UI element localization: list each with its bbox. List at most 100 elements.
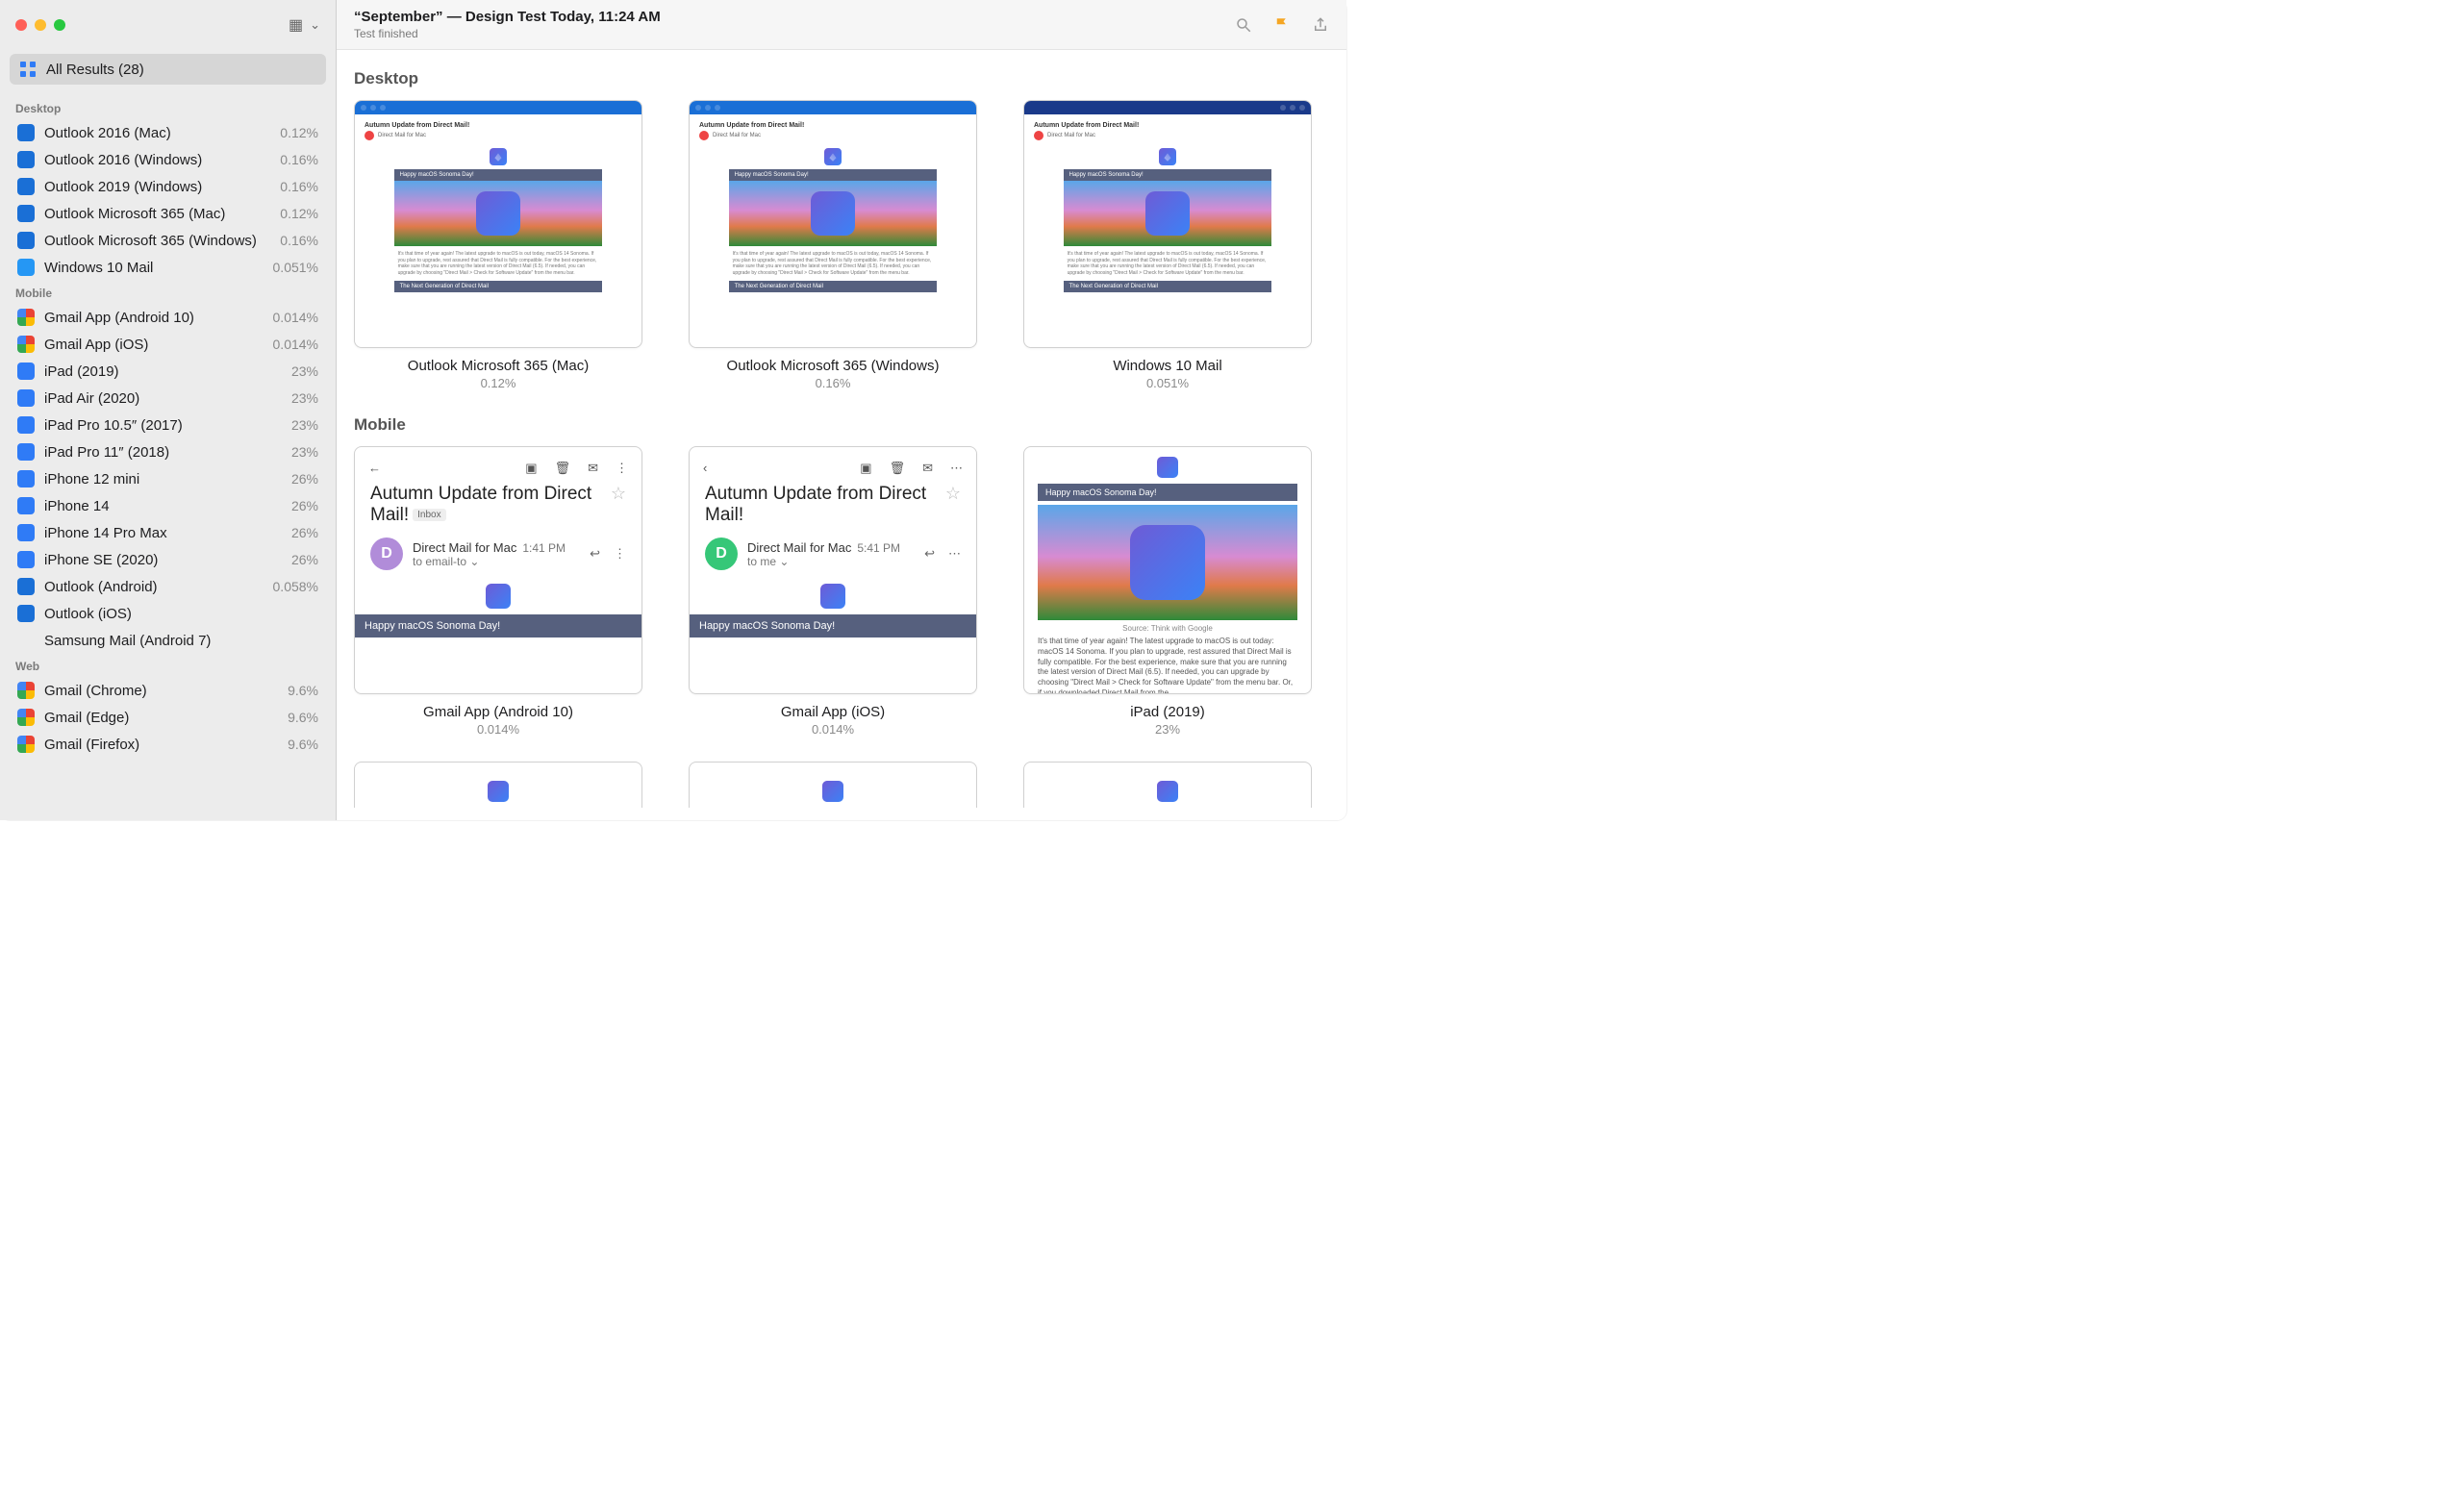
sidebar-item-pct: 9.6% xyxy=(288,737,318,752)
sidebar-item[interactable]: iPad Pro 10.5″ (2017)23% xyxy=(8,412,328,438)
result-thumbnail[interactable]: ← ▣ 🗑 ✉ ⋮ Autumn Update from Direct Mail… xyxy=(354,446,642,694)
sidebar-item-pct: 26% xyxy=(291,498,318,513)
result-thumbnail[interactable]: Autumn Update from Direct Mail! Direct M… xyxy=(689,100,977,348)
result-card[interactable] xyxy=(354,762,642,808)
sidebar-item[interactable]: Gmail App (Android 10)0.014% xyxy=(8,304,328,331)
sidebar-item-pct: 23% xyxy=(291,444,318,460)
sidebar-item[interactable]: Windows 10 Mail 0.051% xyxy=(8,254,328,281)
result-card[interactable]: Autumn Update from Direct Mail! Direct M… xyxy=(1023,100,1312,390)
sidebar-item[interactable]: Outlook Microsoft 365 (Mac)0.12% xyxy=(8,200,328,227)
sidebar-item[interactable]: iPhone 12 mini26% xyxy=(8,465,328,492)
result-card[interactable]: ‹ ▣ 🗑 ✉ ⋯ Autumn Update from Direct Mail… xyxy=(689,446,977,737)
result-card[interactable]: Autumn Update from Direct Mail! Direct M… xyxy=(689,100,977,390)
sidebar-item-label: Outlook 2016 (Windows) xyxy=(44,152,202,168)
client-icon xyxy=(17,736,35,753)
sidebar-item[interactable]: iPad Air (2020)23% xyxy=(8,385,328,412)
more-icon: ⋯ xyxy=(948,546,961,562)
client-icon xyxy=(17,470,35,488)
client-icon xyxy=(17,416,35,434)
sidebar-item-pct: 0.058% xyxy=(273,579,318,594)
result-caption: Windows 10 Mail xyxy=(1023,358,1312,374)
client-icon xyxy=(17,497,35,514)
result-card[interactable] xyxy=(1023,762,1312,808)
result-thumbnail[interactable]: ‹ ▣ 🗑 ✉ ⋯ Autumn Update from Direct Mail… xyxy=(689,446,977,694)
client-icon xyxy=(17,205,35,222)
close-window-button[interactable] xyxy=(15,19,27,31)
sidebar-item[interactable]: Outlook 2019 (Windows)0.16% xyxy=(8,173,328,200)
sidebar-section-label: Mobile xyxy=(8,281,328,304)
sidebar-item-label: Gmail (Firefox) xyxy=(44,737,139,753)
client-icon xyxy=(17,151,35,168)
preview-from-row: D Direct Mail for Mac5:41 PMto me ⌄ ↩⋯ xyxy=(690,532,976,576)
sidebar-item[interactable]: Samsung Mail (Android 7) xyxy=(8,627,328,654)
sidebar-all-results[interactable]: All Results (28) xyxy=(10,54,326,85)
page-title: “September” — Design Test Today, 11:24 A… xyxy=(354,9,661,25)
search-icon[interactable] xyxy=(1235,16,1252,34)
view-mode-menu[interactable]: ▦ ⌄ xyxy=(289,15,320,35)
client-icon xyxy=(17,578,35,595)
sidebar-item[interactable]: Outlook 2016 (Windows) 0.16% xyxy=(8,146,328,173)
sidebar-item[interactable]: Outlook (Android)0.058% xyxy=(8,573,328,600)
sidebar-item-pct: 26% xyxy=(291,525,318,540)
sidebar-item[interactable]: Gmail (Edge)9.6% xyxy=(8,704,328,731)
grid-icon xyxy=(19,61,37,78)
results-grid[interactable]: Desktop Autumn Update from Direct Mail! … xyxy=(337,50,1346,820)
sidebar-item[interactable]: iPad Pro 11″ (2018) 23% xyxy=(8,438,328,465)
sidebar-item[interactable]: iPhone 14 Pro Max 26% xyxy=(8,519,328,546)
client-icon xyxy=(17,124,35,141)
archive-icon: ▣ xyxy=(860,461,871,476)
sidebar-item-label: Outlook (iOS) xyxy=(44,606,132,622)
result-card[interactable]: ← ▣ 🗑 ✉ ⋮ Autumn Update from Direct Mail… xyxy=(354,446,642,737)
mail-icon: ✉ xyxy=(588,461,598,476)
traffic-lights xyxy=(15,19,65,31)
sidebar-item-label: iPad Pro 11″ (2018) xyxy=(44,444,169,461)
sidebar-item[interactable]: iPhone SE (2020)26% xyxy=(8,546,328,573)
sidebar-all-results-label: All Results (28) xyxy=(46,62,144,78)
main-panel: “September” — Design Test Today, 11:24 A… xyxy=(337,0,1346,820)
client-icon xyxy=(17,309,35,326)
sidebar-item-label: Gmail App (iOS) xyxy=(44,337,148,353)
sidebar-item-pct: 0.16% xyxy=(280,233,318,248)
result-thumbnail[interactable]: Autumn Update from Direct Mail! Direct M… xyxy=(1023,100,1312,348)
client-icon xyxy=(17,389,35,407)
sidebar-item-pct: 0.16% xyxy=(280,152,318,167)
result-pct: 0.014% xyxy=(689,722,977,737)
back-icon: ← xyxy=(368,461,381,476)
mail-icon: ✉ xyxy=(922,461,933,476)
sidebar-item-pct: 9.6% xyxy=(288,683,318,698)
sidebar-item[interactable]: iPhone 1426% xyxy=(8,492,328,519)
sidebar-item[interactable]: Outlook Microsoft 365 (Windows)0.16% xyxy=(8,227,328,254)
flag-icon[interactable] xyxy=(1273,16,1291,34)
sidebar-item[interactable]: iPad (2019)23% xyxy=(8,358,328,385)
sidebar-item[interactable]: Gmail (Firefox) 9.6% xyxy=(8,731,328,758)
more-icon: ⋯ xyxy=(950,461,963,476)
sidebar-item-label: Windows 10 Mail xyxy=(44,260,153,276)
sidebar-item[interactable]: Outlook (iOS) xyxy=(8,600,328,627)
share-icon[interactable] xyxy=(1312,16,1329,34)
sidebar-list[interactable]: All Results (28)DesktopOutlook 2016 (Mac… xyxy=(0,50,336,820)
preview-window-chrome xyxy=(355,101,641,114)
results-next-row-peek xyxy=(354,762,1329,808)
sidebar-item-pct: 0.051% xyxy=(273,260,318,275)
sidebar-item-label: iPhone 14 Pro Max xyxy=(44,525,167,541)
result-pct: 23% xyxy=(1023,722,1312,737)
result-card[interactable]: Happy macOS Sonoma Day! Source: Think wi… xyxy=(1023,446,1312,737)
sidebar-item-pct: 23% xyxy=(291,363,318,379)
client-icon xyxy=(17,551,35,568)
result-thumbnail[interactable]: Happy macOS Sonoma Day! Source: Think wi… xyxy=(1023,446,1312,694)
result-caption: Gmail App (Android 10) xyxy=(354,704,642,720)
sidebar-item[interactable]: Gmail App (iOS)0.014% xyxy=(8,331,328,358)
result-card[interactable] xyxy=(689,762,977,808)
result-thumbnail[interactable]: Autumn Update from Direct Mail! Direct M… xyxy=(354,100,642,348)
fullscreen-window-button[interactable] xyxy=(54,19,65,31)
sidebar: ▦ ⌄ All Results (28)DesktopOutlook 2016 … xyxy=(0,0,337,820)
sidebar-item[interactable]: Outlook 2016 (Mac)0.12% xyxy=(8,119,328,146)
sidebar-item[interactable]: Gmail (Chrome)9.6% xyxy=(8,677,328,704)
avatar: D xyxy=(705,538,738,570)
topbar: “September” — Design Test Today, 11:24 A… xyxy=(337,0,1346,50)
sidebar-item-label: iPad Air (2020) xyxy=(44,390,139,407)
sidebar-item-pct: 23% xyxy=(291,417,318,433)
sidebar-item-label: iPhone SE (2020) xyxy=(44,552,158,568)
minimize-window-button[interactable] xyxy=(35,19,46,31)
result-card[interactable]: Autumn Update from Direct Mail! Direct M… xyxy=(354,100,642,390)
